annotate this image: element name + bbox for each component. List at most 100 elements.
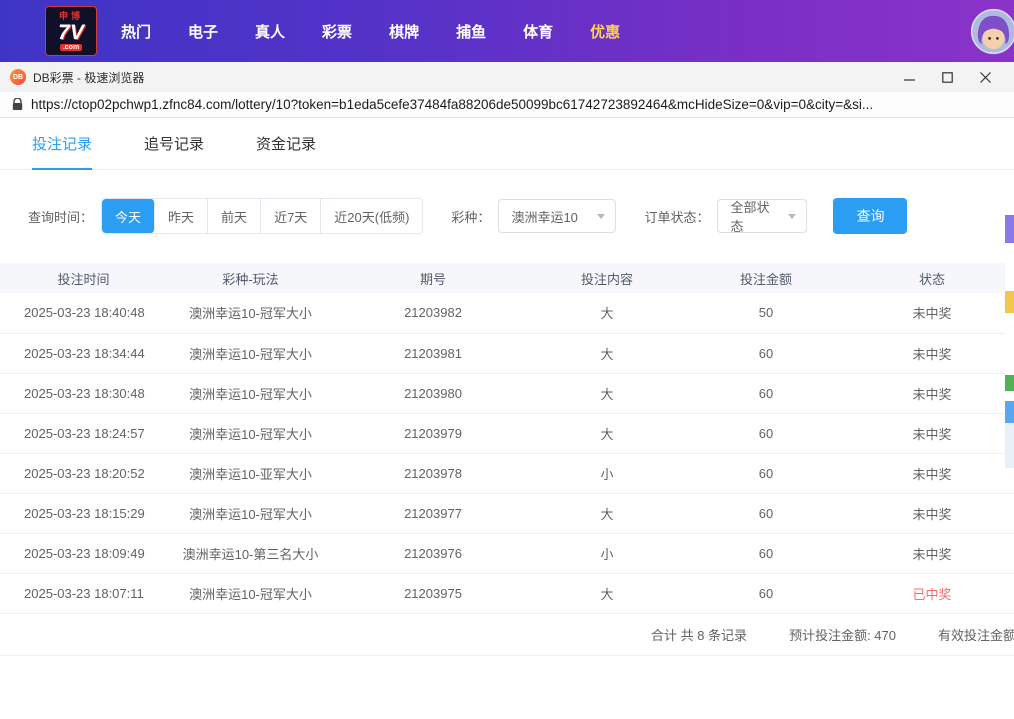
cell-game-play: 澳洲幸运10-冠军大小 (167, 373, 334, 413)
table-row: 2025-03-23 18:30:48澳洲幸运10-冠军大小21203980大6… (0, 373, 1014, 413)
cell-issue-number: 21203976 (334, 533, 532, 573)
widget-fragment-1 (1005, 243, 1014, 291)
browser-title-bar: DB DB彩票 - 极速浏览器 (0, 62, 1014, 92)
lottery-select[interactable]: 澳洲幸运10 (498, 199, 616, 233)
cell-game-play: 澳洲幸运10-冠军大小 (167, 573, 334, 613)
table-row: 2025-03-23 18:34:44澳洲幸运10-冠军大小21203981大6… (0, 333, 1014, 373)
time-filter-4[interactable]: 近20天(低频) (321, 199, 422, 233)
summary-valid-amount: 有效投注金额 (938, 625, 1014, 644)
cell-bet-time: 2025-03-23 18:24:57 (0, 413, 167, 453)
main-nav: 热门 电子 真人 彩票 棋牌 捕鱼 体育 优惠 (121, 21, 620, 42)
cell-game-play: 澳洲幸运10-亚军大小 (167, 453, 334, 493)
table-row: 2025-03-23 18:24:57澳洲幸运10-冠军大小21203979大6… (0, 413, 1014, 453)
close-button[interactable] (966, 62, 1004, 92)
browser-window-title: DB彩票 - 极速浏览器 (33, 69, 144, 86)
column-header-2: 期号 (334, 263, 532, 293)
summary-bar: 合计 共 8 条记录 预计投注金额: 470 有效投注金额 (0, 614, 1014, 656)
lottery-select-label: 彩种： (451, 207, 490, 226)
minimize-button[interactable] (890, 62, 928, 92)
cell-bet-amount: 60 (682, 533, 850, 573)
tab-1[interactable]: 追号记录 (144, 118, 204, 169)
lottery-select-value: 澳洲幸运10 (511, 207, 577, 226)
cell-bet-time: 2025-03-23 18:30:48 (0, 373, 167, 413)
cell-bet-amount: 60 (682, 453, 850, 493)
lock-icon (12, 98, 23, 111)
maximize-button[interactable] (928, 62, 966, 92)
cell-bet-content: 大 (532, 413, 682, 453)
cell-bet-time: 2025-03-23 18:15:29 (0, 493, 167, 533)
cell-issue-number: 21203981 (334, 333, 532, 373)
nav-item-6[interactable]: 体育 (523, 21, 553, 42)
time-filter-1[interactable]: 昨天 (155, 199, 208, 233)
screen: 申博 7V .com 热门 电子 真人 彩票 棋牌 捕鱼 体育 优惠 DB DB彩票 - 极速… (0, 0, 1014, 719)
table-row: 2025-03-23 18:20:52澳洲幸运10-亚军大小21203978小6… (0, 453, 1014, 493)
site-logo[interactable]: 申博 7V .com (45, 6, 97, 56)
cell-issue-number: 21203979 (334, 413, 532, 453)
right-edge-widget (1005, 215, 1014, 468)
browser-tab-icon: DB (10, 69, 26, 85)
cell-status: 已中奖 (850, 573, 1014, 613)
record-tabs: 投注记录 追号记录 资金记录 (0, 118, 1014, 170)
column-header-4: 投注金额 (682, 263, 850, 293)
chevron-down-icon (788, 214, 796, 219)
site-header: 申博 7V .com 热门 电子 真人 彩票 棋牌 捕鱼 体育 优惠 (0, 0, 1014, 62)
cell-issue-number: 21203975 (334, 573, 532, 613)
cell-bet-content: 大 (532, 573, 682, 613)
cell-status: 未中奖 (850, 493, 1014, 533)
widget-fragment-7 (1005, 423, 1014, 468)
cell-issue-number: 21203978 (334, 453, 532, 493)
widget-fragment-4 (1005, 375, 1014, 391)
widget-fragment-0 (1005, 215, 1014, 243)
close-icon (980, 72, 991, 83)
cell-bet-content: 大 (532, 493, 682, 533)
nav-item-5[interactable]: 捕鱼 (456, 21, 486, 42)
cell-bet-time: 2025-03-23 18:20:52 (0, 453, 167, 493)
cell-bet-content: 大 (532, 373, 682, 413)
query-button[interactable]: 查询 (833, 198, 907, 234)
logo-brand-main: 7V (58, 22, 84, 43)
time-filter-0[interactable]: 今天 (102, 199, 155, 233)
cell-bet-amount: 60 (682, 573, 850, 613)
tab-0[interactable]: 投注记录 (32, 118, 92, 169)
cell-bet-amount: 60 (682, 333, 850, 373)
url-text: https://ctop02pchwp1.zfnc84.com/lottery/… (31, 97, 873, 112)
cell-bet-time: 2025-03-23 18:09:49 (0, 533, 167, 573)
nav-item-3[interactable]: 彩票 (322, 21, 352, 42)
cell-bet-amount: 60 (682, 373, 850, 413)
table-row: 2025-03-23 18:09:49澳洲幸运10-第三名大小21203976小… (0, 533, 1014, 573)
widget-fragment-5 (1005, 391, 1014, 401)
tab-2[interactable]: 资金记录 (256, 118, 316, 169)
window-controls (890, 62, 1004, 92)
cell-status: 未中奖 (850, 373, 1014, 413)
nav-item-4[interactable]: 棋牌 (389, 21, 419, 42)
nav-item-1[interactable]: 电子 (188, 21, 218, 42)
maximize-icon (942, 72, 953, 83)
filter-bar: 查询时间： 今天昨天前天近7天近20天(低频) 彩种： 澳洲幸运10 订单状态：… (28, 198, 1014, 234)
cell-bet-amount: 50 (682, 293, 850, 333)
cell-game-play: 澳洲幸运10-冠军大小 (167, 293, 334, 333)
table-row: 2025-03-23 18:15:29澳洲幸运10-冠军大小21203977大6… (0, 493, 1014, 533)
table-row: 2025-03-23 18:07:11澳洲幸运10-冠军大小21203975大6… (0, 573, 1014, 613)
nav-item-0[interactable]: 热门 (121, 21, 151, 42)
column-header-0: 投注时间 (0, 263, 167, 293)
summary-total-count: 合计 共 8 条记录 (651, 625, 747, 644)
widget-fragment-2 (1005, 291, 1014, 313)
logo-brand-sub: .com (60, 44, 82, 51)
cell-bet-time: 2025-03-23 18:40:48 (0, 293, 167, 333)
nav-item-2[interactable]: 真人 (255, 21, 285, 42)
cell-status: 未中奖 (850, 333, 1014, 373)
time-filter-3[interactable]: 近7天 (261, 199, 321, 233)
table-row: 2025-03-23 18:40:48澳洲幸运10-冠军大小21203982大5… (0, 293, 1014, 333)
bet-records-table: 投注时间彩种-玩法期号投注内容投注金额状态 2025-03-23 18:40:4… (0, 263, 1014, 614)
status-select-label: 订单状态： (644, 207, 709, 226)
time-filter-2[interactable]: 前天 (208, 199, 261, 233)
order-status-select[interactable]: 全部状态 (717, 199, 807, 233)
cell-status: 未中奖 (850, 413, 1014, 453)
user-avatar[interactable] (970, 8, 1014, 55)
cell-game-play: 澳洲幸运10-冠军大小 (167, 333, 334, 373)
cell-issue-number: 21203980 (334, 373, 532, 413)
address-bar[interactable]: https://ctop02pchwp1.zfnc84.com/lottery/… (0, 92, 1014, 118)
nav-item-7[interactable]: 优惠 (590, 21, 620, 42)
cell-bet-content: 大 (532, 333, 682, 373)
column-header-5: 状态 (850, 263, 1014, 293)
